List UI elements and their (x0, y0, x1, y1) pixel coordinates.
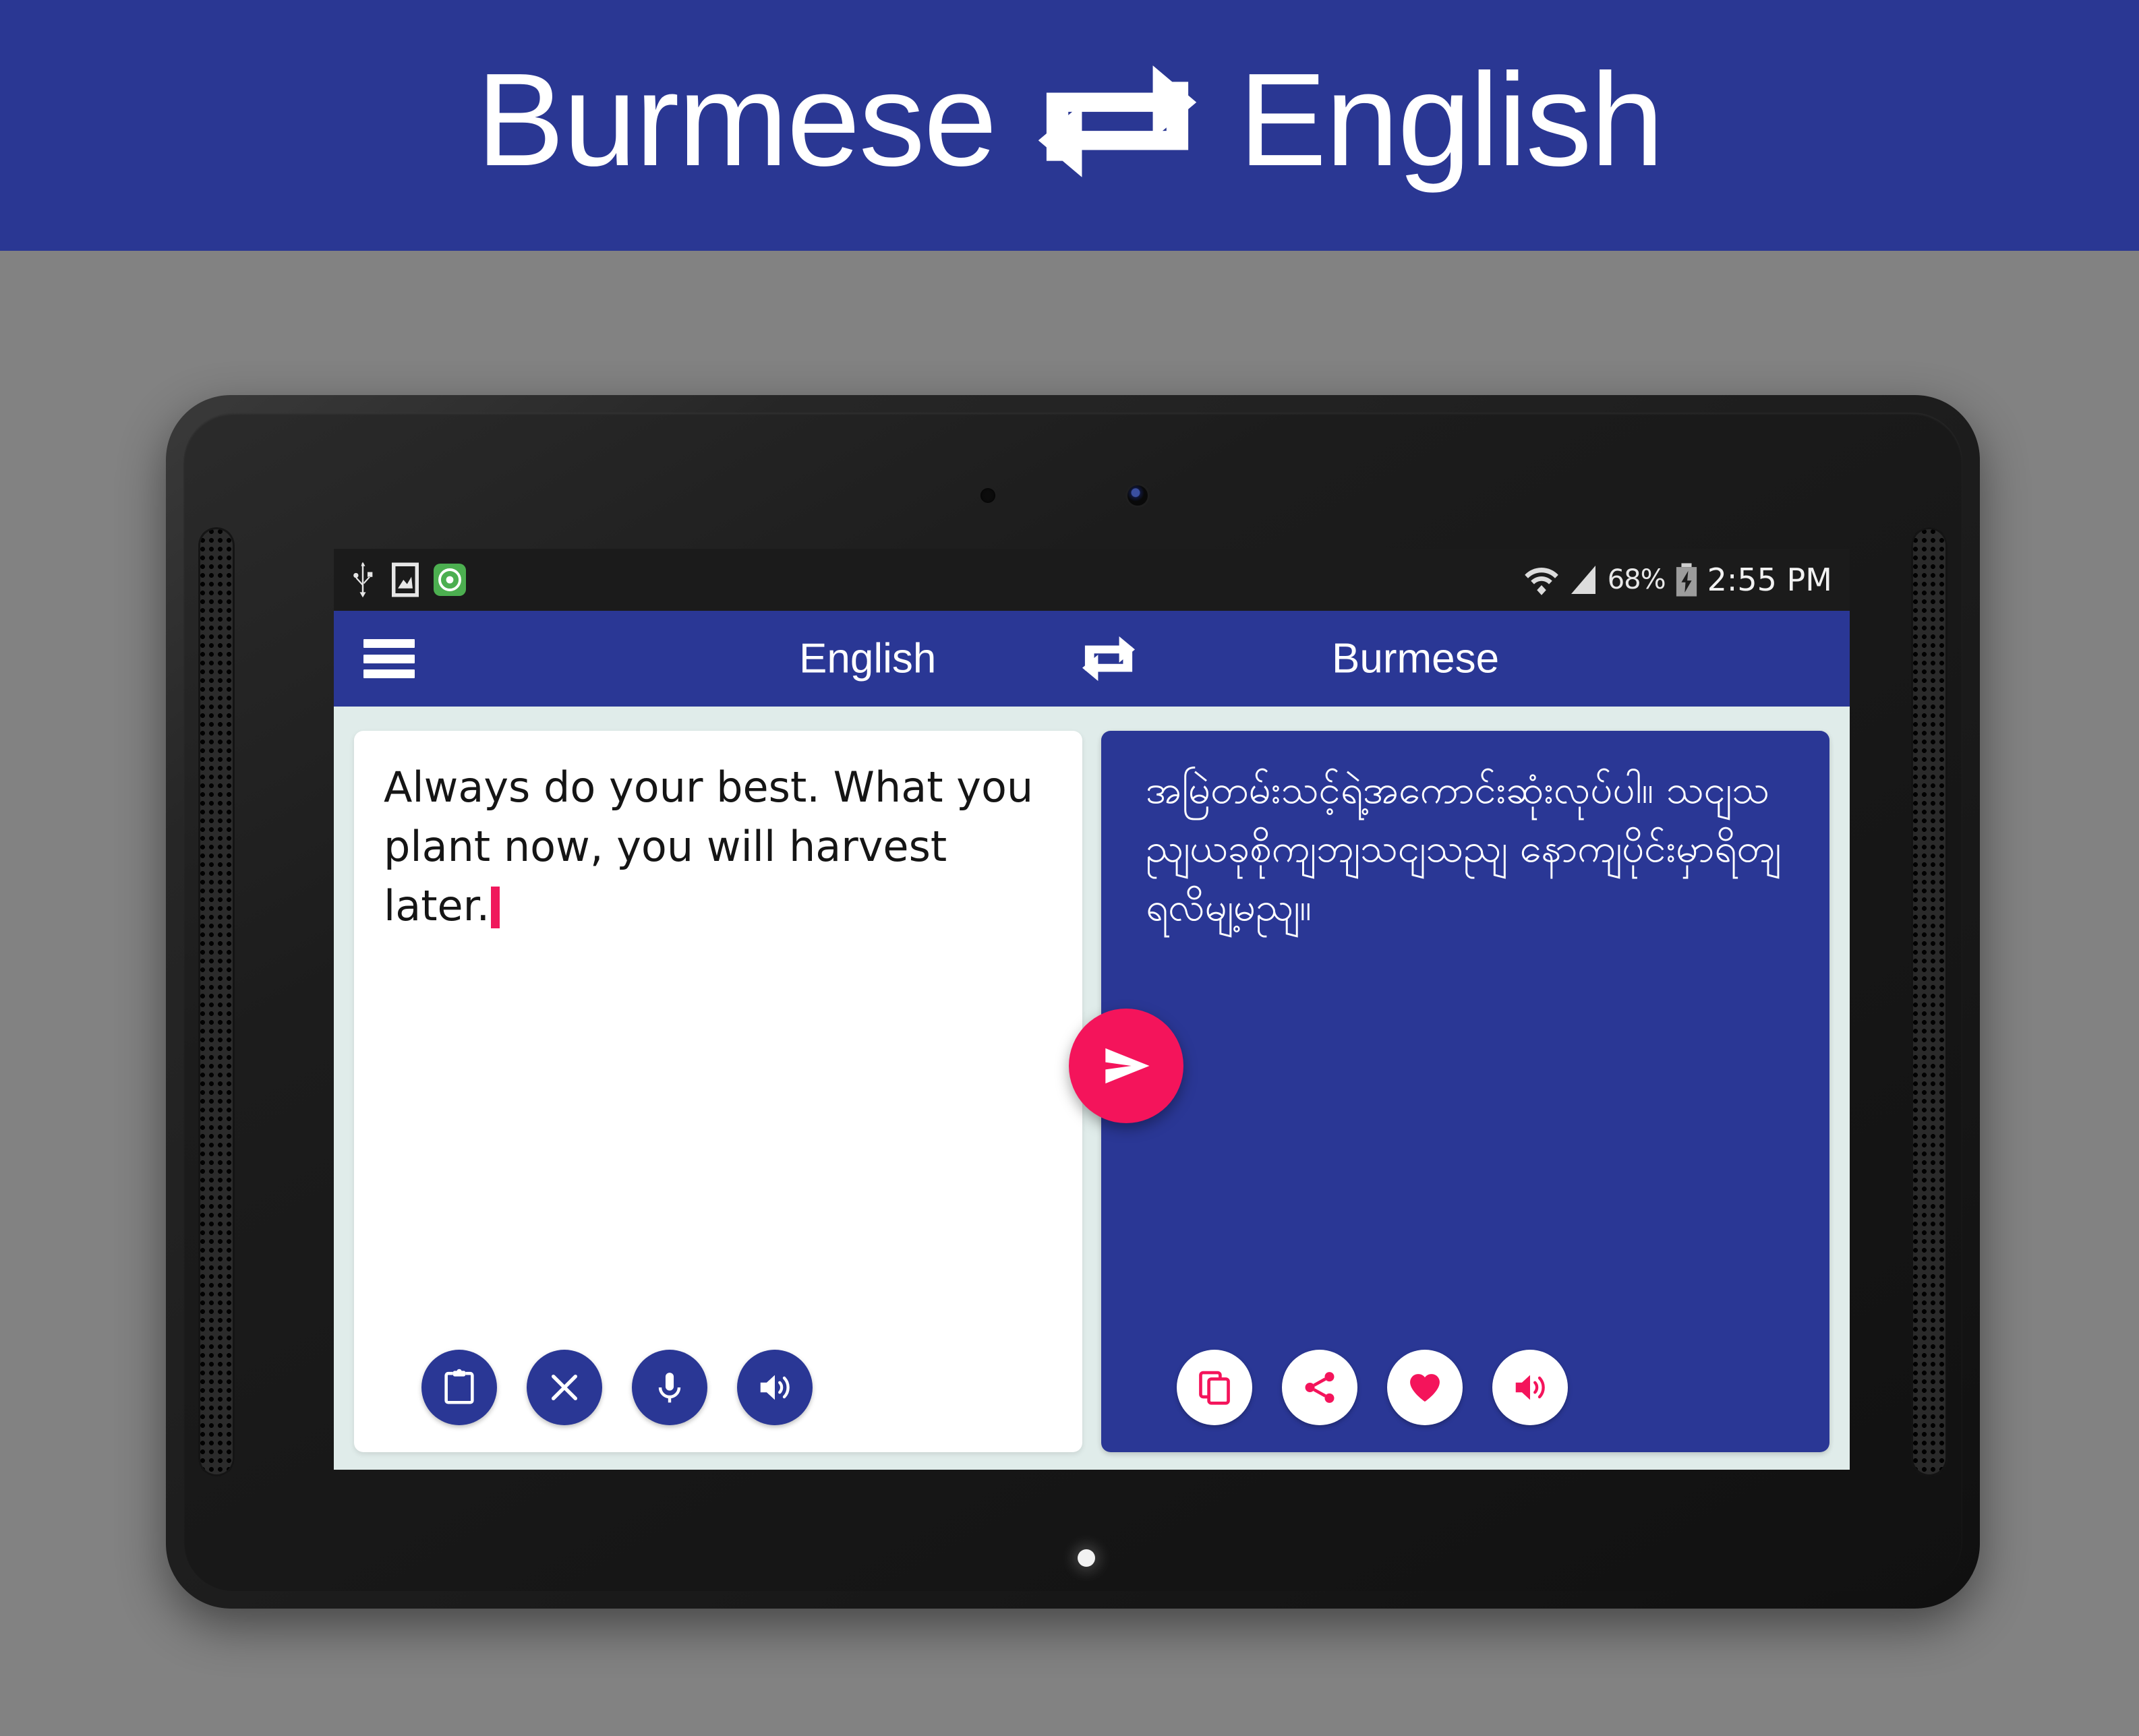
share-icon (1305, 1372, 1335, 1403)
promo-target-language: English (1238, 46, 1664, 193)
promo-source-language: Burmese (476, 46, 997, 193)
menu-line-3 (363, 669, 415, 678)
toolbar-target-language[interactable]: Burmese (1332, 635, 1499, 683)
front-camera-icon (1127, 485, 1148, 506)
favorite-button[interactable] (1387, 1350, 1463, 1425)
status-right-icons: 68% 2:55 PM (1524, 549, 1832, 611)
heart-icon (1410, 1374, 1440, 1402)
text-caret (491, 887, 500, 929)
battery-charging-icon (1676, 563, 1697, 597)
app-notification-icon (434, 564, 466, 596)
share-button[interactable] (1282, 1350, 1357, 1425)
android-status-bar: 68% 2:55 PM (334, 549, 1850, 611)
source-text-panel[interactable]: Always do your best. What you plant now,… (354, 731, 1082, 1452)
close-x-icon (551, 1374, 578, 1401)
hamburger-menu-icon[interactable] (363, 639, 415, 678)
paste-button[interactable] (421, 1350, 497, 1425)
target-action-row (1177, 1350, 1568, 1425)
status-left-icons (349, 562, 466, 598)
status-clock: 2:55 PM (1707, 562, 1832, 598)
speaker-volume-icon (760, 1375, 790, 1400)
toolbar-source-language[interactable]: English (799, 635, 936, 683)
source-action-row (421, 1350, 813, 1425)
target-text-panel[interactable]: အမြဲတမ်းသင့်ရဲ့အကောင်းဆုံးလုပ်ပါ။ သငျသညျ… (1101, 731, 1829, 1452)
device-screen: 68% 2:55 PM English Burmese Always do yo… (334, 549, 1850, 1470)
speaker-volume-icon (1515, 1375, 1545, 1400)
tablet-bezel: 68% 2:55 PM English Burmese Always do yo… (183, 413, 1962, 1591)
screenshot-image-icon (392, 562, 419, 597)
speak-target-button[interactable] (1492, 1350, 1568, 1425)
wifi-icon (1524, 568, 1558, 595)
speaker-grille-right (1911, 527, 1947, 1476)
source-text-value: Always do your best. What you plant now,… (384, 762, 1047, 931)
swap-arrows-icon (1038, 65, 1196, 177)
clipboard-paste-icon (444, 1369, 474, 1404)
proximity-sensor-icon (980, 488, 995, 503)
tablet-device: 68% 2:55 PM English Burmese Always do yo… (166, 395, 1980, 1609)
home-led-dot-icon (1078, 1549, 1095, 1567)
menu-line-1 (363, 639, 415, 648)
usb-icon (353, 562, 373, 598)
copy-icon (1199, 1371, 1230, 1405)
copy-button[interactable] (1177, 1350, 1252, 1425)
microphone-icon (658, 1373, 681, 1403)
app-toolbar: English Burmese (334, 611, 1850, 707)
translate-send-button[interactable] (1069, 1009, 1183, 1123)
voice-input-button[interactable] (632, 1350, 707, 1425)
speaker-grille-left (198, 527, 235, 1476)
promo-banner: Burmese English (0, 0, 2139, 251)
clear-button[interactable] (527, 1350, 602, 1425)
translator-body: Always do your best. What you plant now,… (334, 707, 1850, 1470)
menu-line-2 (363, 654, 415, 663)
swap-languages-icon[interactable] (1080, 632, 1138, 685)
speak-source-button[interactable] (737, 1350, 813, 1425)
target-text-output: အမြဲတမ်းသင့်ရဲ့အကောင်းဆုံးလုပ်ပါ။ သငျသညျ… (1146, 767, 1782, 930)
cell-signal-icon (1571, 566, 1595, 594)
send-arrow-icon (1105, 1048, 1150, 1084)
source-text-input[interactable]: Always do your best. What you plant now,… (384, 758, 1034, 936)
battery-percent-label: 68% (1607, 564, 1666, 595)
